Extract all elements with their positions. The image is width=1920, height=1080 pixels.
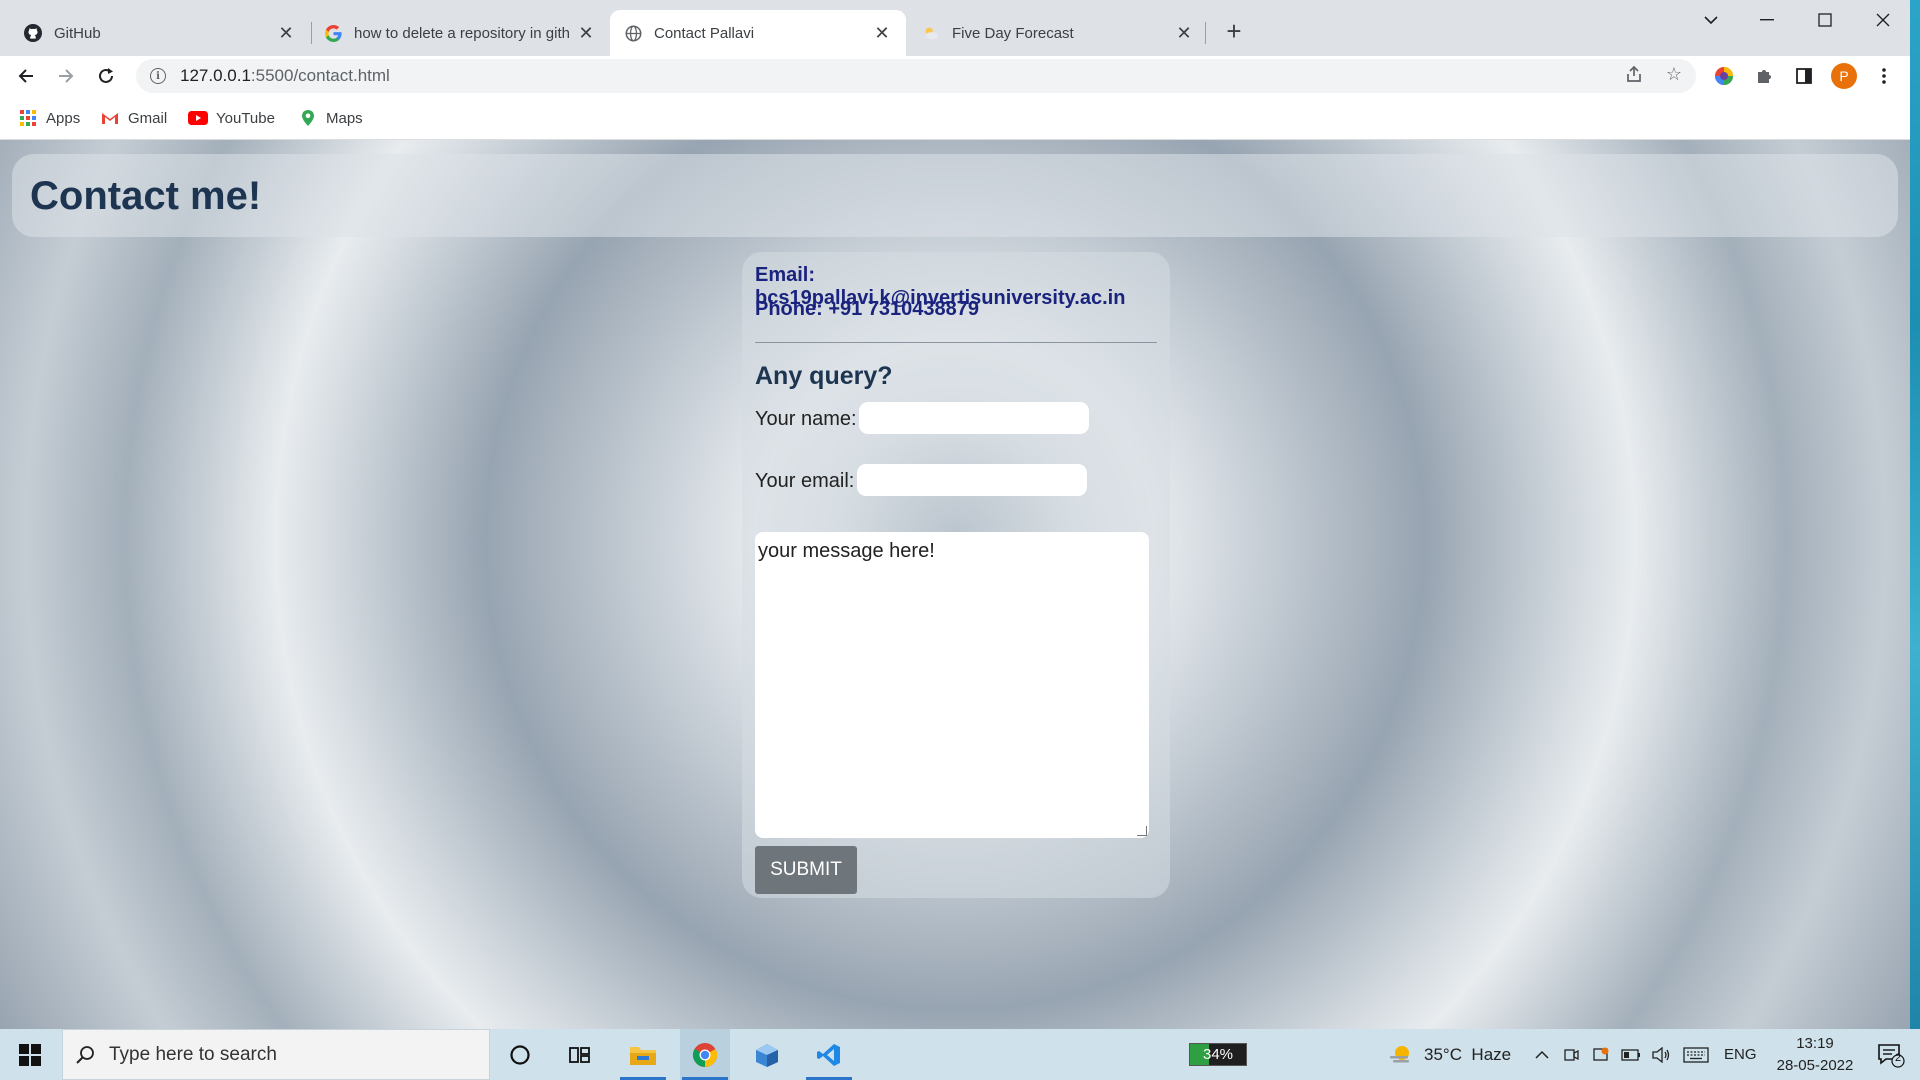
github-icon: [24, 24, 42, 42]
bookmark-apps[interactable]: Apps: [18, 106, 80, 130]
submit-button[interactable]: SUBMIT: [755, 846, 857, 894]
battery-icon[interactable]: [1618, 1029, 1644, 1080]
tab-search-chevron-icon[interactable]: [1683, 0, 1739, 40]
name-input[interactable]: [859, 402, 1089, 434]
contact-card: Email: bcs19pallavi.k@invertisuniversity…: [742, 252, 1170, 898]
weather-widget[interactable]: 35°C Haze: [1388, 1029, 1511, 1080]
language-indicator[interactable]: ENG: [1724, 1029, 1757, 1080]
page-title: Contact me!: [30, 174, 262, 218]
query-heading: Any query?: [755, 362, 893, 390]
name-label: Your name:: [755, 408, 857, 430]
maximize-button[interactable]: [1797, 0, 1853, 40]
share-icon[interactable]: [1620, 60, 1648, 88]
tab-title: GitHub: [54, 24, 101, 42]
search-icon: [75, 1045, 95, 1065]
search-placeholder: Type here to search: [109, 1043, 277, 1065]
3d-viewer-icon[interactable]: [742, 1029, 792, 1080]
divider: [755, 342, 1157, 343]
notification-center-icon[interactable]: 2: [1868, 1029, 1914, 1080]
email-label: Your email:: [755, 470, 855, 492]
browser-menu-icon[interactable]: [1868, 60, 1900, 92]
globe-icon: [624, 24, 642, 42]
bookmark-label: Gmail: [128, 109, 168, 127]
reload-button[interactable]: [90, 60, 122, 92]
notification-count: 2: [1895, 1052, 1902, 1064]
address-bar[interactable]: i 127.0.0.1:5500/contact.html: [136, 59, 1696, 93]
tab-title: Contact Pallavi: [654, 24, 755, 42]
keyboard-icon[interactable]: [1680, 1029, 1712, 1080]
message-text: your message here!: [758, 540, 935, 562]
site-info-icon[interactable]: i: [150, 68, 166, 84]
vscode-icon[interactable]: [804, 1029, 854, 1080]
tab-strip: GitHub ✕ how to delete a repository in g…: [0, 0, 1910, 56]
bookmark-gmail[interactable]: Gmail: [100, 106, 167, 130]
battery-percent: 34%: [1202, 1046, 1234, 1063]
bookmarks-bar: Apps Gmail YouTube Maps: [0, 96, 1910, 140]
tab-contact-pallavi[interactable]: Contact Pallavi ✕: [610, 10, 906, 56]
apps-grid-icon: [18, 109, 38, 127]
color-extension-icon[interactable]: [1708, 60, 1740, 92]
cortana-icon[interactable]: [496, 1029, 544, 1080]
tab-title: how to delete a repository in gith: [354, 24, 570, 42]
google-icon: [324, 24, 342, 42]
taskbar-search[interactable]: Type here to search: [62, 1029, 490, 1080]
bookmark-label: YouTube: [216, 109, 275, 127]
phone-line: Phone: +91 7310438879: [755, 298, 980, 320]
weather-text: 35°C Haze: [1424, 1044, 1512, 1064]
tab-google-search[interactable]: how to delete a repository in gith ✕: [310, 10, 610, 56]
weather-haze-icon: [1388, 1044, 1414, 1066]
browser-toolbar: i 127.0.0.1:5500/contact.html ☆ P: [0, 56, 1910, 96]
close-tab-icon[interactable]: ✕: [872, 23, 892, 43]
chevron-up-icon[interactable]: [1528, 1029, 1556, 1080]
bookmark-star-icon[interactable]: ☆: [1660, 60, 1688, 88]
resize-handle-icon[interactable]: [1137, 826, 1147, 836]
url-text: 127.0.0.1:5500/contact.html: [180, 66, 390, 85]
profile-avatar[interactable]: P: [1828, 60, 1860, 92]
contact-page: Contact me! Email: bcs19pallavi.k@invert…: [0, 140, 1910, 1029]
clock-date: 28-05-2022: [1776, 1057, 1854, 1074]
weather-cloud-icon: [922, 24, 940, 42]
tab-github[interactable]: GitHub ✕: [10, 10, 310, 56]
bookmark-youtube[interactable]: YouTube: [188, 106, 275, 130]
task-view-icon[interactable]: [556, 1029, 604, 1080]
back-button[interactable]: [10, 60, 42, 92]
battery-meter[interactable]: 34%: [1189, 1043, 1247, 1066]
tab-separator: [1205, 22, 1206, 44]
file-explorer-icon[interactable]: [618, 1029, 668, 1080]
close-window-button[interactable]: [1855, 0, 1911, 40]
clock[interactable]: 13:19 28-05-2022: [1765, 1033, 1865, 1077]
new-tab-button[interactable]: +: [1219, 16, 1249, 46]
extensions-puzzle-icon[interactable]: [1748, 60, 1780, 92]
tab-title: Five Day Forecast: [952, 24, 1074, 42]
avatar: P: [1831, 63, 1857, 89]
security-icon[interactable]: [1588, 1029, 1614, 1080]
close-tab-icon[interactable]: ✕: [276, 23, 296, 43]
close-tab-icon[interactable]: ✕: [576, 23, 596, 43]
side-panel-icon[interactable]: [1788, 60, 1820, 92]
minimize-button[interactable]: [1739, 0, 1795, 40]
close-tab-icon[interactable]: ✕: [1174, 23, 1194, 43]
message-textarea[interactable]: your message here!: [755, 532, 1149, 838]
tab-five-day-forecast[interactable]: Five Day Forecast ✕: [908, 10, 1208, 56]
forward-button[interactable]: [50, 60, 82, 92]
desktop-wallpaper-edge: [1910, 0, 1920, 1080]
page-header: Contact me!: [12, 154, 1898, 237]
gmail-icon: [100, 109, 120, 127]
taskbar: Type here to search 34% 35°C Haze ENG 13…: [0, 1029, 1920, 1080]
bookmark-label: Maps: [326, 109, 363, 127]
email-input[interactable]: [857, 464, 1087, 496]
chrome-taskbar-icon[interactable]: [680, 1029, 730, 1080]
youtube-icon: [188, 109, 208, 127]
clock-time: 13:19: [1796, 1035, 1834, 1052]
bookmark-maps[interactable]: Maps: [298, 106, 363, 130]
meet-now-icon[interactable]: [1558, 1029, 1584, 1080]
maps-icon: [298, 109, 318, 127]
bookmark-label: Apps: [46, 109, 81, 127]
windows-start-icon[interactable]: [0, 1029, 60, 1080]
volume-icon[interactable]: [1648, 1029, 1674, 1080]
